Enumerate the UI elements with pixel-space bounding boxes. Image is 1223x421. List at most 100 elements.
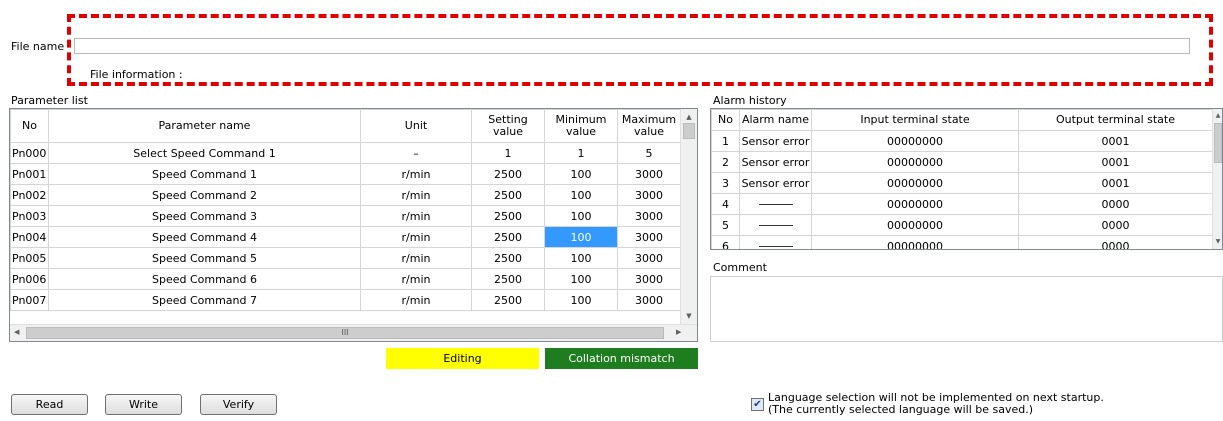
alarm-no-cell[interactable]: 3 <box>711 172 740 194</box>
alarm-no-cell[interactable]: 6 <box>711 235 740 249</box>
output-terminal-state-cell[interactable]: 0001 <box>1018 172 1213 194</box>
alarm-column-header-no[interactable]: No <box>711 109 740 131</box>
parameter-no-cell[interactable]: Pn006 <box>10 268 49 290</box>
parameter-row[interactable]: Pn005 Speed Command 5 r/min 2500 100 300… <box>10 247 681 269</box>
parameter-unit-cell[interactable]: r/min <box>360 205 472 227</box>
column-header-no[interactable]: No <box>10 109 49 143</box>
parameter-row[interactable]: Pn000 Select Speed Command 1 – 1 1 5 <box>10 142 681 164</box>
parameter-maximum-cell[interactable]: 3000 <box>617 205 681 227</box>
scroll-left-arrow-icon[interactable]: ◀ <box>14 328 19 336</box>
input-terminal-state-cell[interactable]: 00000000 <box>811 130 1019 152</box>
parameter-setting-cell[interactable]: 2500 <box>471 268 545 290</box>
parameter-maximum-cell[interactable]: 5 <box>617 142 681 164</box>
alarm-name-cell-empty[interactable] <box>739 214 812 236</box>
alarm-name-cell[interactable]: Sensor error <box>739 172 812 194</box>
parameter-name-cell[interactable]: Select Speed Command 1 <box>48 142 361 164</box>
parameter-unit-cell[interactable]: r/min <box>360 247 472 269</box>
parameter-row[interactable]: Pn004 Speed Command 4 r/min 2500 100 300… <box>10 226 681 248</box>
column-header-parameter-name[interactable]: Parameter name <box>48 109 361 143</box>
parameter-horizontal-scrollbar[interactable]: ◀ III ▶ <box>10 324 697 341</box>
column-header-minimum-value[interactable]: Minimum value <box>544 109 618 143</box>
alarm-row[interactable]: 1 Sensor error 00000000 0001 <box>711 130 1213 152</box>
parameter-no-cell[interactable]: Pn003 <box>10 205 49 227</box>
input-terminal-state-cell[interactable]: 00000000 <box>811 193 1019 215</box>
read-button[interactable]: Read <box>11 394 88 415</box>
parameter-list-grid[interactable]: No Parameter name Unit Setting value Min… <box>9 108 698 342</box>
input-terminal-state-cell[interactable]: 00000000 <box>811 235 1019 249</box>
parameter-maximum-cell[interactable]: 3000 <box>617 289 681 311</box>
alarm-row[interactable]: 6 00000000 0000 <box>711 235 1213 249</box>
scroll-down-arrow-icon[interactable]: ▼ <box>1213 237 1222 247</box>
parameter-row[interactable]: Pn003 Speed Command 3 r/min 2500 100 300… <box>10 205 681 227</box>
alarm-vertical-scrollbar[interactable]: ▲ ▼ <box>1212 109 1222 249</box>
alarm-no-cell[interactable]: 1 <box>711 130 740 152</box>
parameter-unit-cell[interactable]: r/min <box>360 289 472 311</box>
parameter-minimum-cell[interactable]: 100 <box>544 247 618 269</box>
comment-textarea[interactable] <box>710 276 1223 342</box>
column-header-setting-value[interactable]: Setting value <box>471 109 545 143</box>
parameter-maximum-cell[interactable]: 3000 <box>617 226 681 248</box>
alarm-name-cell-empty[interactable] <box>739 193 812 215</box>
column-header-unit[interactable]: Unit <box>360 109 472 143</box>
parameter-setting-cell[interactable]: 2500 <box>471 289 545 311</box>
input-terminal-state-cell[interactable]: 00000000 <box>811 172 1019 194</box>
alarm-name-cell[interactable]: Sensor error <box>739 130 812 152</box>
alarm-column-header-input-terminal-state[interactable]: Input terminal state <box>811 109 1019 131</box>
output-terminal-state-cell[interactable]: 0001 <box>1018 130 1213 152</box>
parameter-no-cell[interactable]: Pn000 <box>10 142 49 164</box>
parameter-setting-cell[interactable]: 2500 <box>471 163 545 185</box>
output-terminal-state-cell[interactable]: 0000 <box>1018 193 1213 215</box>
scroll-down-arrow-icon[interactable]: ▼ <box>681 311 697 321</box>
alarm-column-header-alarm-name[interactable]: Alarm name <box>739 109 812 131</box>
parameter-row[interactable]: Pn001 Speed Command 1 r/min 2500 100 300… <box>10 163 681 185</box>
alarm-no-cell[interactable]: 2 <box>711 151 740 173</box>
parameter-unit-cell[interactable]: r/min <box>360 268 472 290</box>
parameter-row[interactable]: Pn007 Speed Command 7 r/min 2500 100 300… <box>10 289 681 311</box>
parameter-minimum-cell[interactable]: 100 <box>544 268 618 290</box>
parameter-setting-cell[interactable]: 1 <box>471 142 545 164</box>
parameter-unit-cell[interactable]: r/min <box>360 184 472 206</box>
alarm-column-header-output-terminal-state[interactable]: Output terminal state <box>1018 109 1213 131</box>
parameter-name-cell[interactable]: Speed Command 6 <box>48 268 361 290</box>
write-button[interactable]: Write <box>105 394 182 415</box>
alarm-row[interactable]: 3 Sensor error 00000000 0001 <box>711 172 1213 194</box>
parameter-minimum-cell[interactable]: 100 <box>544 163 618 185</box>
parameter-row[interactable]: Pn002 Speed Command 2 r/min 2500 100 300… <box>10 184 681 206</box>
horizontal-scrollbar-thumb[interactable]: III <box>26 327 664 339</box>
alarm-no-cell[interactable]: 5 <box>711 214 740 236</box>
input-terminal-state-cell[interactable]: 00000000 <box>811 151 1019 173</box>
alarm-row[interactable]: 4 00000000 0000 <box>711 193 1213 215</box>
alarm-row[interactable]: 2 Sensor error 00000000 0001 <box>711 151 1213 173</box>
parameter-minimum-cell-selected[interactable]: 100 <box>544 226 618 248</box>
parameter-maximum-cell[interactable]: 3000 <box>617 163 681 185</box>
parameter-maximum-cell[interactable]: 3000 <box>617 247 681 269</box>
parameter-no-cell[interactable]: Pn004 <box>10 226 49 248</box>
parameter-maximum-cell[interactable]: 3000 <box>617 184 681 206</box>
parameter-unit-cell[interactable]: r/min <box>360 163 472 185</box>
parameter-unit-cell[interactable]: – <box>360 142 472 164</box>
scrollbar-thumb[interactable] <box>683 123 695 139</box>
parameter-vertical-scrollbar[interactable]: ▲ ▼ <box>680 109 697 324</box>
parameter-name-cell[interactable]: Speed Command 2 <box>48 184 361 206</box>
file-name-input[interactable] <box>74 38 1190 54</box>
parameter-minimum-cell[interactable]: 100 <box>544 289 618 311</box>
output-terminal-state-cell[interactable]: 0001 <box>1018 151 1213 173</box>
parameter-setting-cell[interactable]: 2500 <box>471 247 545 269</box>
parameter-setting-cell[interactable]: 2500 <box>471 205 545 227</box>
parameter-name-cell[interactable]: Speed Command 1 <box>48 163 361 185</box>
input-terminal-state-cell[interactable]: 00000000 <box>811 214 1019 236</box>
scroll-right-arrow-icon[interactable]: ▶ <box>676 328 681 336</box>
scroll-up-arrow-icon[interactable]: ▲ <box>681 112 697 122</box>
alarm-name-cell-empty[interactable] <box>739 235 812 249</box>
parameter-name-cell[interactable]: Speed Command 3 <box>48 205 361 227</box>
alarm-row[interactable]: 5 00000000 0000 <box>711 214 1213 236</box>
parameter-no-cell[interactable]: Pn007 <box>10 289 49 311</box>
output-terminal-state-cell[interactable]: 0000 <box>1018 235 1213 249</box>
parameter-unit-cell[interactable]: r/min <box>360 226 472 248</box>
parameter-minimum-cell[interactable]: 1 <box>544 142 618 164</box>
alarm-no-cell[interactable]: 4 <box>711 193 740 215</box>
scrollbar-thumb[interactable] <box>1214 123 1222 163</box>
parameter-row[interactable]: Pn006 Speed Command 6 r/min 2500 100 300… <box>10 268 681 290</box>
output-terminal-state-cell[interactable]: 0000 <box>1018 214 1213 236</box>
parameter-minimum-cell[interactable]: 100 <box>544 184 618 206</box>
